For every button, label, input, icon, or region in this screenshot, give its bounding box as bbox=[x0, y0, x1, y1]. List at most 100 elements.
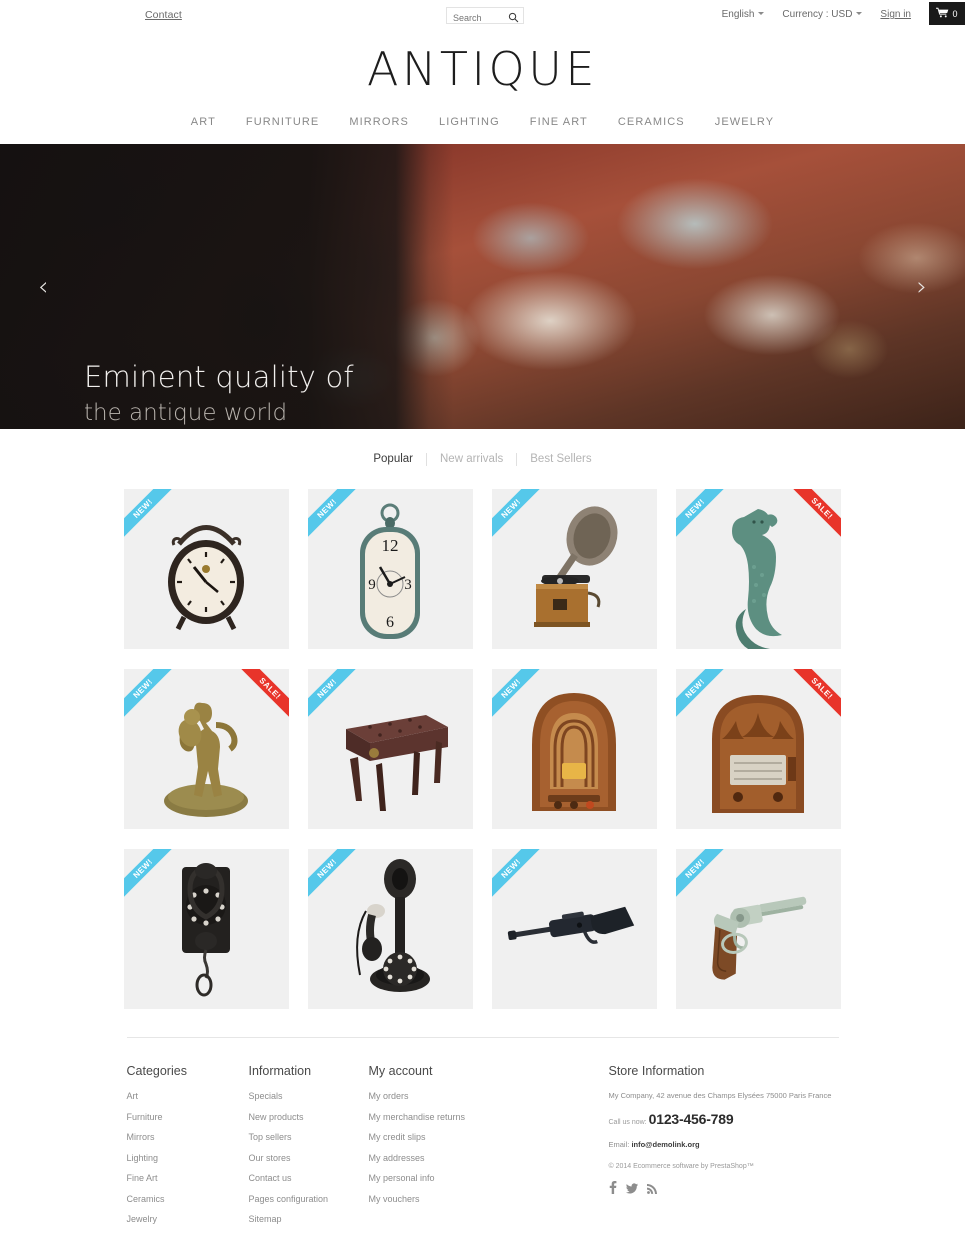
cart-button[interactable]: 0 bbox=[929, 2, 965, 25]
contact-link[interactable]: Contact bbox=[145, 9, 182, 21]
footer-link-art[interactable]: Art bbox=[127, 1091, 249, 1101]
email-address[interactable]: info@demolink.org bbox=[631, 1140, 699, 1149]
product-tile[interactable]: NEW! bbox=[308, 849, 473, 1009]
tab-new-arrivals[interactable]: New arrivals bbox=[427, 453, 516, 465]
footer-link-my-orders[interactable]: My orders bbox=[369, 1091, 609, 1101]
top-bar-right: English Currency : USD Sign in 0 bbox=[722, 0, 965, 28]
language-selector[interactable]: English bbox=[722, 0, 765, 20]
footer-link-jewelry[interactable]: Jewelry bbox=[127, 1214, 249, 1224]
currency-selector[interactable]: Currency : USD bbox=[782, 0, 863, 20]
nav-item-lighting[interactable]: LIGHTING bbox=[439, 116, 500, 128]
twitter-icon[interactable] bbox=[625, 1181, 638, 1199]
sign-in-link[interactable]: Sign in bbox=[880, 0, 911, 20]
main-navigation: ART FURNITURE MIRRORS LIGHTING FINE ART … bbox=[0, 116, 965, 144]
nav-item-ceramics[interactable]: CERAMICS bbox=[618, 116, 685, 128]
footer-column-information: Information Specials New products Top se… bbox=[249, 1064, 369, 1235]
hero-caption: Eminent quality of the antique world bbox=[84, 360, 354, 426]
footer-link-contact-us[interactable]: Contact us bbox=[249, 1173, 369, 1183]
product-image-revolver bbox=[712, 896, 807, 980]
footer-heading-store-information: Store Information bbox=[608, 1064, 705, 1078]
footer-link-top-sellers[interactable]: Top sellers bbox=[249, 1132, 369, 1142]
rss-icon[interactable] bbox=[646, 1181, 657, 1199]
product-image-gramophone bbox=[534, 506, 618, 627]
footer-link-my-credit-slips[interactable]: My credit slips bbox=[369, 1132, 609, 1142]
tab-best-sellers[interactable]: Best Sellers bbox=[517, 453, 604, 465]
product-tile[interactable]: NEW! SALE! bbox=[124, 669, 289, 829]
slider-next-arrow-icon[interactable]: › bbox=[917, 274, 927, 300]
nav-item-mirrors[interactable]: MIRRORS bbox=[349, 116, 409, 128]
chevron-down-icon bbox=[856, 12, 863, 15]
hero-subheadline: the antique world bbox=[84, 400, 288, 426]
logo-area: ANTIQUE bbox=[0, 28, 965, 96]
footer-link-my-personal-info[interactable]: My personal info bbox=[369, 1173, 609, 1183]
language-label: English bbox=[721, 9, 755, 20]
nav-item-furniture[interactable]: FURNITURE bbox=[246, 116, 319, 128]
site-logo[interactable]: ANTIQUE bbox=[0, 42, 965, 96]
footer-link-our-stores[interactable]: Our stores bbox=[249, 1153, 369, 1163]
product-image-candlestick-phone bbox=[356, 859, 430, 992]
svg-text:9: 9 bbox=[368, 577, 376, 593]
phone-label: Call us now: bbox=[608, 1119, 647, 1126]
product-tile[interactable]: NEW! bbox=[492, 669, 657, 829]
slider-prev-arrow-icon[interactable]: ‹ bbox=[38, 274, 48, 300]
facebook-icon[interactable] bbox=[609, 1181, 617, 1199]
footer-heading-information: Information bbox=[248, 1064, 312, 1078]
nav-item-art[interactable]: ART bbox=[191, 116, 216, 128]
footer-column-categories: Categories Art Furniture Mirrors Lightin… bbox=[127, 1064, 249, 1235]
product-tile[interactable]: NEW! bbox=[492, 489, 657, 649]
footer-link-specials[interactable]: Specials bbox=[249, 1091, 369, 1101]
top-bar: Contact English Currency : USD Sign in bbox=[0, 0, 965, 28]
product-image-wall-clock: 12 9 3 6 bbox=[360, 503, 420, 639]
phone-number: 0123-456-789 bbox=[648, 1111, 734, 1127]
product-image-wall-telephone bbox=[182, 863, 230, 997]
copyright-text: © 2014 Ecommerce software by PrestaShop™ bbox=[608, 1163, 754, 1170]
search-box[interactable] bbox=[446, 7, 524, 26]
nav-item-jewelry[interactable]: JEWELRY bbox=[715, 116, 774, 128]
svg-text:6: 6 bbox=[386, 614, 394, 631]
hero-headline: Eminent quality of bbox=[84, 360, 354, 394]
product-tile[interactable]: NEW! bbox=[676, 849, 841, 1009]
footer-link-new-products[interactable]: New products bbox=[249, 1112, 369, 1122]
nav-item-fine-art[interactable]: FINE ART bbox=[530, 116, 588, 128]
cart-count: 0 bbox=[952, 8, 958, 19]
email-label: Email: bbox=[608, 1140, 630, 1149]
search-input[interactable] bbox=[447, 10, 505, 26]
footer-link-my-addresses[interactable]: My addresses bbox=[369, 1153, 609, 1163]
product-tabs: Popular New arrivals Best Sellers bbox=[0, 446, 965, 472]
footer-link-my-vouchers[interactable]: My vouchers bbox=[369, 1194, 609, 1204]
store-email: Email: info@demolink.org bbox=[609, 1140, 839, 1149]
footer-link-my-merchandise-returns[interactable]: My merchandise returns bbox=[369, 1112, 609, 1122]
social-links bbox=[609, 1181, 839, 1199]
footer-divider bbox=[126, 1037, 839, 1038]
footer-link-sitemap[interactable]: Sitemap bbox=[249, 1214, 369, 1224]
footer-column-store-information: Store Information My Company, 42 avenue … bbox=[609, 1064, 839, 1235]
product-image-cathedral-radio bbox=[532, 693, 616, 811]
product-tile[interactable]: NEW! bbox=[492, 849, 657, 1009]
footer-link-furniture[interactable]: Furniture bbox=[127, 1112, 249, 1122]
product-image-mantel-clock bbox=[168, 525, 244, 631]
footer-link-fine-art[interactable]: Fine Art bbox=[127, 1173, 249, 1183]
product-tile[interactable]: NEW! SALE! bbox=[676, 489, 841, 649]
product-tile[interactable]: NEW! bbox=[308, 669, 473, 829]
cart-icon bbox=[936, 5, 949, 23]
product-image-leather-stool bbox=[346, 715, 448, 811]
product-tile[interactable]: NEW! bbox=[124, 489, 289, 649]
product-tile[interactable]: NEW! bbox=[124, 849, 289, 1009]
footer: Categories Art Furniture Mirrors Lightin… bbox=[127, 1064, 839, 1235]
product-tile[interactable]: 12 9 3 6 NEW! bbox=[308, 489, 473, 649]
product-image-bronze-statue bbox=[164, 702, 248, 817]
svg-text:12: 12 bbox=[382, 536, 399, 555]
footer-link-mirrors[interactable]: Mirrors bbox=[127, 1132, 249, 1142]
footer-heading-categories: Categories bbox=[126, 1064, 187, 1078]
product-tile[interactable]: NEW! SALE! bbox=[676, 669, 841, 829]
search-icon[interactable] bbox=[508, 10, 519, 23]
store-phone: Call us now: 0123-456-789 bbox=[609, 1111, 839, 1129]
tab-popular[interactable]: Popular bbox=[360, 453, 426, 465]
footer-column-my-account: My account My orders My merchandise retu… bbox=[369, 1064, 609, 1235]
store-address: My Company, 42 avenue des Champs Elysées… bbox=[608, 1091, 832, 1100]
footer-link-lighting[interactable]: Lighting bbox=[127, 1153, 249, 1163]
currency-label: Currency : USD bbox=[782, 9, 853, 20]
footer-link-ceramics[interactable]: Ceramics bbox=[127, 1194, 249, 1204]
footer-link-pages-configuration[interactable]: Pages configuration bbox=[249, 1194, 369, 1204]
footer-heading-my-account: My account bbox=[368, 1064, 433, 1078]
